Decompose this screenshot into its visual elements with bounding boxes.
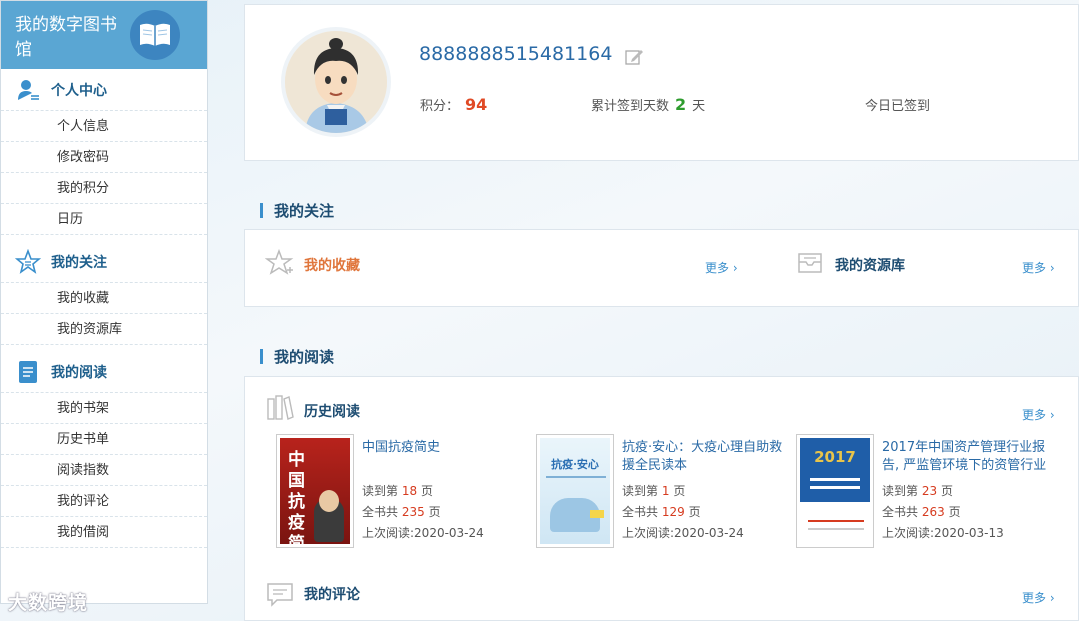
user-icon <box>15 77 41 103</box>
history-book-item[interactable]: 中国抗疫简史 中国抗疫简史 读到第 18 页 全书共 235 页 上次阅读:20… <box>276 434 536 550</box>
watermark: 大数跨境 <box>8 592 89 614</box>
edit-icon[interactable] <box>624 47 644 67</box>
read-prefix: 读到第 <box>362 484 399 498</box>
book-title[interactable]: 抗疫·安心：大疫心理自助救援全民读本 <box>622 439 792 475</box>
points-value: 94 <box>465 95 488 114</box>
star-outline-icon <box>264 248 295 278</box>
history-book-item[interactable]: 2017 2017年中国资产管理行业报告, 严监管环境下的资管行业 读到第 23… <box>796 434 1056 550</box>
read-prefix: 读到第 <box>622 484 659 498</box>
read-page: 1 <box>661 484 670 498</box>
read-suffix: 页 <box>673 484 686 498</box>
history-more-link[interactable]: 更多 › <box>1022 406 1055 423</box>
avatar[interactable] <box>281 27 391 137</box>
total-prefix: 全书共 <box>622 505 659 519</box>
sidebar-item-my-points[interactable]: 我的积分 <box>1 173 207 204</box>
sidebar-section-label: 个人中心 <box>51 82 107 99</box>
book-read-progress: 读到第 18 页 <box>362 482 433 499</box>
read-prefix: 读到第 <box>882 484 919 498</box>
book-read-progress: 读到第 1 页 <box>622 482 685 499</box>
checkin-days-unit: 天 <box>692 99 706 114</box>
sidebar-item-personal-info[interactable]: 个人信息 <box>1 111 207 142</box>
sidebar-item-bookshelf[interactable]: 我的书架 <box>1 393 207 424</box>
sidebar-section-label: 我的关注 <box>51 254 107 271</box>
history-book-item[interactable]: 抗疫·安心 抗疫·安心：大疫心理自助救援全民读本 读到第 1 页 全书共 129… <box>536 434 796 550</box>
sidebar-section-personal[interactable]: 个人中心 <box>1 69 207 111</box>
sidebar-item-change-password[interactable]: 修改密码 <box>1 142 207 173</box>
total-suffix: 页 <box>688 505 701 519</box>
total-suffix: 页 <box>428 505 441 519</box>
section-title-reading: 我的阅读 <box>260 346 334 367</box>
follow-panel: 我的收藏 更多 › 我的资源库 更多 › <box>244 229 1079 307</box>
my-comments-link[interactable]: 我的评论 <box>304 584 360 604</box>
total-pages: 263 <box>921 505 945 519</box>
book-cover-title: 抗疫·安心 <box>551 458 599 471</box>
book-cover-title: 中国抗疫简史 <box>288 450 305 544</box>
book-read-progress: 读到第 23 页 <box>882 482 953 499</box>
sidebar-item-resources[interactable]: 我的资源库 <box>1 314 207 345</box>
points-label: 积分： <box>420 99 460 114</box>
history-reading-link[interactable]: 历史阅读 <box>304 401 360 421</box>
book-cover[interactable]: 2017 <box>796 434 874 548</box>
total-suffix: 页 <box>948 505 961 519</box>
book-total-pages: 全书共 263 页 <box>882 503 961 520</box>
read-page: 23 <box>921 484 938 498</box>
profile-card: 8888888515481164 积分： 94 累计签到天数 2 天 今日已签到 <box>244 4 1079 161</box>
section-title-follow: 我的关注 <box>260 200 334 221</box>
total-pages: 129 <box>661 505 685 519</box>
sidebar-item-reading-index[interactable]: 阅读指数 <box>1 455 207 486</box>
total-pages: 235 <box>401 505 425 519</box>
books-icon <box>265 393 295 423</box>
sidebar-section-label: 我的阅读 <box>51 364 107 381</box>
read-suffix: 页 <box>940 484 953 498</box>
points-stat: 积分： 94 <box>420 95 493 114</box>
read-page: 18 <box>401 484 418 498</box>
favorites-link[interactable]: 我的收藏 <box>304 255 360 275</box>
sidebar-title: 我的数字图书馆 <box>15 15 117 60</box>
resources-more-link[interactable]: 更多 › <box>1022 259 1055 276</box>
sidebar-section-follow[interactable]: 我的关注 <box>1 241 207 283</box>
username: 8888888515481164 <box>419 43 613 65</box>
inbox-icon <box>795 248 825 278</box>
book-last-read: 上次阅读:2020-03-24 <box>622 526 744 540</box>
book-cover[interactable]: 中国抗疫简史 <box>276 434 354 548</box>
book-cover-title: 2017 <box>814 448 856 466</box>
resources-link[interactable]: 我的资源库 <box>835 255 905 275</box>
sidebar-header: 我的数字图书馆 <box>1 1 207 69</box>
favorites-more-link[interactable]: 更多 › <box>705 259 738 276</box>
star-icon <box>15 248 41 275</box>
total-prefix: 全书共 <box>362 505 399 519</box>
checkin-days-value: 2 <box>675 95 687 114</box>
book-last-read: 上次阅读:2020-03-24 <box>362 526 484 540</box>
sidebar-item-favorites[interactable]: 我的收藏 <box>1 283 207 314</box>
sidebar-item-history-list[interactable]: 历史书单 <box>1 424 207 455</box>
sidebar-item-my-comments[interactable]: 我的评论 <box>1 486 207 517</box>
checkin-days-label: 累计签到天数 <box>591 99 670 114</box>
read-suffix: 页 <box>420 484 433 498</box>
comments-more-link[interactable]: 更多 › <box>1022 589 1055 606</box>
comment-icon <box>265 579 295 609</box>
book-title[interactable]: 中国抗疫简史 <box>362 439 532 457</box>
checkin-status: 今日已签到 <box>865 99 931 114</box>
total-prefix: 全书共 <box>882 505 919 519</box>
notebook-icon <box>15 359 41 385</box>
sidebar-item-calendar[interactable]: 日历 <box>1 204 207 235</box>
book-total-pages: 全书共 129 页 <box>622 503 701 520</box>
book-total-pages: 全书共 235 页 <box>362 503 441 520</box>
sidebar-section-reading[interactable]: 我的阅读 <box>1 351 207 393</box>
book-title[interactable]: 2017年中国资产管理行业报告, 严监管环境下的资管行业 <box>882 439 1052 475</box>
open-book-icon <box>130 10 180 60</box>
book-last-read: 上次阅读:2020-03-13 <box>882 526 1004 540</box>
sidebar-item-my-borrows[interactable]: 我的借阅 <box>1 517 207 548</box>
book-cover[interactable]: 抗疫·安心 <box>536 434 614 548</box>
checkin-days-stat: 累计签到天数 2 天 <box>591 95 705 114</box>
sidebar: 我的数字图书馆 个人中心 个人信息 修改密码 我的积分 日历 我的关注 我的收藏… <box>0 0 208 604</box>
